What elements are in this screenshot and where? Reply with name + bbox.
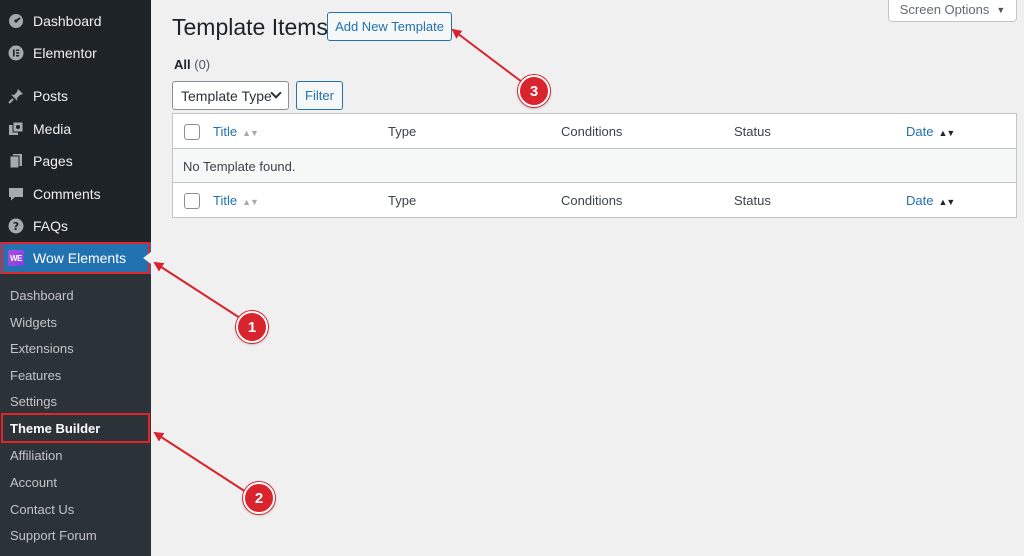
- annotation-badge-2: 2: [243, 482, 275, 514]
- arrow-1: [153, 261, 241, 319]
- menu-label: Media: [33, 121, 72, 137]
- pin-icon: [8, 88, 24, 104]
- templates-table: Title ▲▼ Type Conditions Status Date ▲▼ No…: [172, 113, 1017, 218]
- screen-options-label: Screen Options: [899, 2, 990, 17]
- menu-label: Elementor: [33, 45, 97, 61]
- menu-item-pages[interactable]: Pages: [0, 145, 151, 177]
- menu-item-posts[interactable]: Posts: [0, 80, 151, 112]
- template-type-select[interactable]: Template Type: [172, 81, 289, 110]
- arrow-2: [153, 431, 247, 493]
- template-type-value: Template Type: [181, 87, 272, 104]
- menu-label: Dashboard: [33, 13, 102, 29]
- wow-elements-logo-icon: WE: [8, 250, 24, 266]
- menu-label: Posts: [33, 88, 69, 104]
- menu-item-media[interactable]: Media: [0, 113, 151, 145]
- column-type-footer: Type: [388, 193, 417, 208]
- media-icon: [8, 121, 24, 137]
- column-type: Type: [388, 124, 417, 139]
- table-footer-row: Title ▲▼ Type Conditions Status Date ▲▼: [173, 183, 1016, 218]
- filter-all-label: All: [174, 57, 191, 72]
- column-label: Date: [906, 193, 934, 208]
- annotation-arrows: [153, 28, 523, 493]
- column-status: Status: [734, 124, 771, 139]
- menu-item-wow-elements[interactable]: WE Wow Elements: [0, 242, 151, 274]
- submenu-item-extensions[interactable]: Extensions: [10, 341, 74, 356]
- select-all-checkbox-footer[interactable]: [184, 193, 200, 209]
- caret-down-icon: ▼: [996, 4, 1006, 15]
- column-status-footer: Status: [734, 193, 771, 208]
- column-date-sort[interactable]: Date ▲▼: [906, 124, 955, 139]
- column-label: Title: [213, 193, 238, 208]
- svg-text:?: ?: [13, 220, 19, 233]
- arrow-3: [451, 28, 523, 83]
- dashboard-icon: [8, 13, 24, 29]
- column-conditions-footer: Conditions: [561, 193, 623, 208]
- chevron-down-icon: [270, 87, 282, 99]
- column-conditions: Conditions: [561, 124, 623, 139]
- filter-all-count: (0): [194, 57, 211, 72]
- table-row: No Template found.: [173, 149, 1016, 183]
- add-new-template-button[interactable]: Add New Template: [327, 12, 452, 41]
- menu-label: Wow Elements: [33, 250, 127, 266]
- submenu-item-account[interactable]: Account: [10, 475, 57, 490]
- submenu-item-widgets[interactable]: Widgets: [10, 315, 57, 330]
- menu-item-dashboard[interactable]: Dashboard: [0, 5, 151, 37]
- table-header-row: Title ▲▼ Type Conditions Status Date ▲▼: [173, 114, 1016, 149]
- menu-item-faqs[interactable]: ? FAQs: [0, 210, 151, 242]
- column-title-sort[interactable]: Title ▲▼: [213, 124, 259, 139]
- menu-label: FAQs: [33, 218, 69, 234]
- menu-item-elementor[interactable]: Elementor: [0, 37, 151, 69]
- sort-icon: ▲▼: [938, 128, 955, 138]
- annotation-badge-3: 3: [518, 75, 550, 107]
- admin-sidebar: Dashboard Elementor Posts Media Pages Co…: [0, 0, 151, 556]
- submenu-item-dashboard[interactable]: Dashboard: [10, 288, 74, 303]
- submenu-item-settings[interactable]: Settings: [10, 394, 57, 409]
- submenu-item-affiliation[interactable]: Affiliation: [10, 448, 63, 463]
- filter-all-link[interactable]: All (0): [174, 57, 210, 72]
- sort-icon: ▲▼: [242, 128, 259, 138]
- menu-item-comments[interactable]: Comments: [0, 178, 151, 210]
- submenu-item-contact-us[interactable]: Contact Us: [10, 502, 74, 517]
- sort-icon: ▲▼: [938, 197, 955, 207]
- comment-icon: [8, 186, 24, 202]
- column-label: Title: [213, 124, 238, 139]
- menu-label: Pages: [33, 153, 73, 169]
- filter-button[interactable]: Filter: [296, 81, 343, 110]
- elementor-icon: [8, 45, 24, 61]
- screen-options-button[interactable]: Screen Options ▼: [888, 0, 1017, 22]
- sort-icon: ▲▼: [242, 197, 259, 207]
- page-title: Template Items: [172, 14, 328, 40]
- help-icon: ?: [8, 218, 24, 234]
- submenu-item-theme-builder[interactable]: Theme Builder: [10, 421, 100, 436]
- wow-elements-logo: WE: [8, 250, 24, 266]
- column-date-sort-footer[interactable]: Date ▲▼: [906, 193, 955, 208]
- current-menu-indicator: [143, 252, 151, 264]
- annotation-badge-1: 1: [236, 311, 268, 343]
- submenu-item-support-forum[interactable]: Support Forum: [10, 528, 97, 543]
- column-title-sort-footer[interactable]: Title ▲▼: [213, 193, 259, 208]
- select-all-checkbox[interactable]: [184, 124, 200, 140]
- column-label: Date: [906, 124, 934, 139]
- pages-icon: [8, 153, 24, 169]
- menu-label: Comments: [33, 186, 101, 202]
- submenu-item-features[interactable]: Features: [10, 368, 61, 383]
- empty-message: No Template found.: [183, 159, 296, 174]
